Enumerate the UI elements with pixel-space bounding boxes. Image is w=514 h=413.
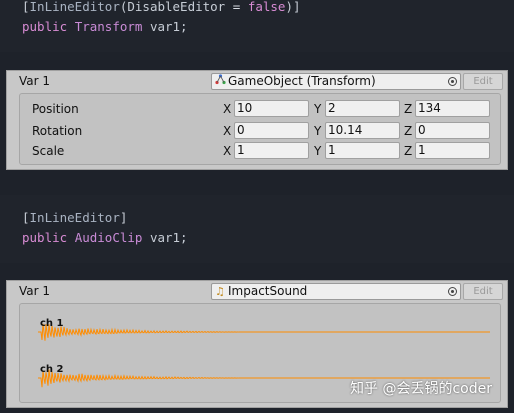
scale-x-field[interactable]: 1 [234,142,309,159]
axis-y-label: Y [314,144,322,158]
watermark: 知乎 @会丢锅的coder [350,381,492,397]
object-picker-icon[interactable] [448,287,457,296]
audio-note-icon: ♫ [215,285,225,298]
edit-button[interactable]: Edit [463,73,503,90]
object-field-text: GameObject (Transform) [228,74,376,88]
property-row-scale: Scale X 1 Y 1 Z 1 [20,142,500,160]
rotation-x-field[interactable]: 0 [234,122,309,139]
axis-y-label: Y [314,124,322,138]
panel-header: Var 1 ♫ ImpactSound Edit [7,281,507,303]
transform-properties: Position X 10 Y 2 Z 134 Rotation X 0 Y 1… [19,93,501,165]
channel-1-label: ch 1 [40,318,64,329]
code-line-attribute: [InLineEditor(DisableEditor = false)] [22,0,301,14]
object-picker-icon[interactable] [448,77,457,86]
property-row-rotation: Rotation X 0 Y 10.14 Z 0 [20,122,500,140]
code-block-transform: [InLineEditor(DisableEditor = false)] pu… [0,0,514,52]
code-block-audioclip: [InLineEditor] public AudioClip var1; [0,195,514,263]
code-line-attribute: [InLineEditor] [22,210,128,225]
axis-z-label: Z [404,124,413,138]
object-field-transform[interactable]: GameObject (Transform) [211,73,461,90]
position-z-field[interactable]: 134 [415,100,490,117]
transform-icon [215,74,226,89]
object-field-text: ImpactSound [228,284,308,298]
scale-z-field[interactable]: 1 [415,142,490,159]
var-label: Var 1 [19,74,51,88]
rotation-y-field[interactable]: 10.14 [325,122,400,139]
scale-y-field[interactable]: 1 [325,142,400,159]
position-x-field[interactable]: 10 [234,100,309,117]
rotation-z-field[interactable]: 0 [415,122,490,139]
property-label: Rotation [32,124,83,138]
property-label: Position [32,102,79,116]
edit-button[interactable]: Edit [463,283,503,300]
axis-x-label: X [223,124,232,138]
panel-header: Var 1 GameObject (Transform) Edit [7,71,507,93]
var-label: Var 1 [19,284,51,298]
axis-x-label: X [223,144,232,158]
inspector-panel-transform: Var 1 GameObject (Transform) Edit Positi… [6,70,508,170]
axis-x-label: X [223,102,232,116]
property-label: Scale [32,144,65,158]
position-y-field[interactable]: 2 [325,100,400,117]
object-field-audioclip[interactable]: ♫ ImpactSound [211,283,461,300]
axis-y-label: Y [314,102,322,116]
channel-2-label: ch 2 [40,364,64,375]
channel-1-waveform [38,323,490,341]
code-line-declaration: public AudioClip var1; [22,230,188,245]
axis-z-label: Z [404,144,413,158]
code-line-declaration: public Transform var1; [22,19,188,34]
property-row-position: Position X 10 Y 2 Z 134 [20,100,500,118]
axis-z-label: Z [404,102,413,116]
